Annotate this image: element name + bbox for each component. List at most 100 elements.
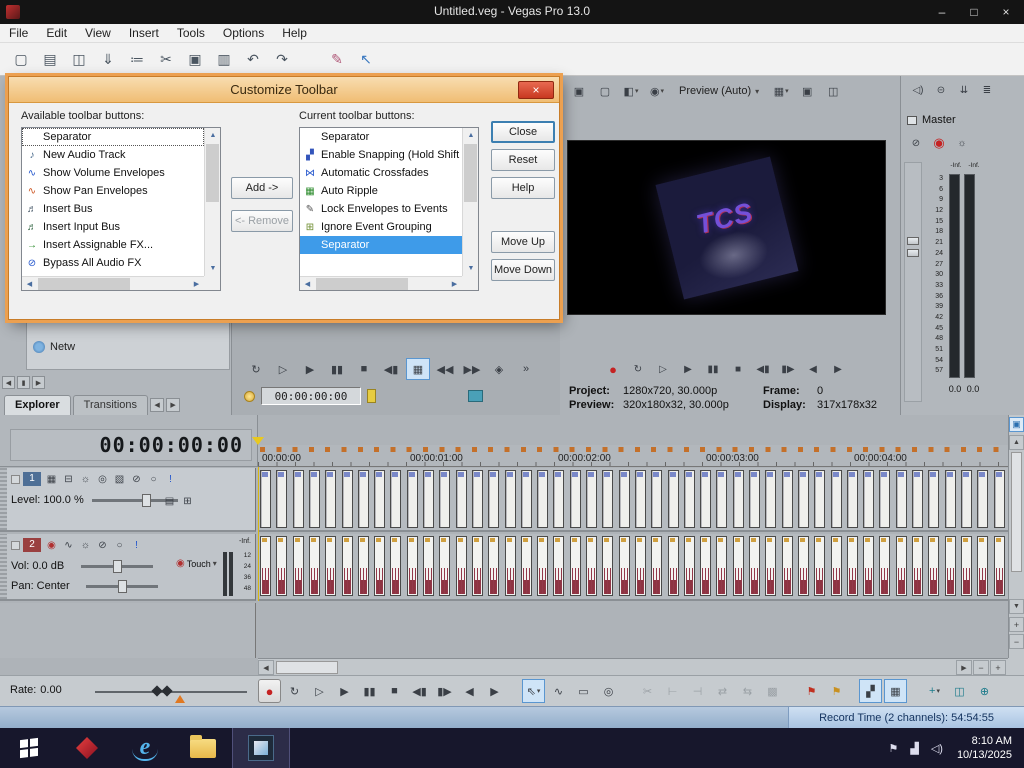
taskbar-browser[interactable]: e bbox=[116, 728, 174, 768]
zoom-out-button[interactable]: − bbox=[973, 660, 989, 675]
minimize-track-button[interactable] bbox=[11, 474, 20, 484]
split-screen-button[interactable]: ◧ ▾ bbox=[620, 81, 642, 101]
audio-event[interactable] bbox=[455, 536, 467, 596]
zoom-in-tracks-button[interactable]: + bbox=[1009, 617, 1024, 632]
whats-this-button[interactable]: ↖ bbox=[353, 47, 379, 71]
audio-event[interactable] bbox=[520, 536, 532, 596]
tab-scroll-left-button[interactable]: ◀ bbox=[150, 398, 165, 412]
copy-button[interactable]: ▣ bbox=[182, 47, 208, 71]
audio-event[interactable] bbox=[830, 536, 842, 596]
video-event[interactable] bbox=[895, 470, 907, 528]
master-fx-button[interactable]: ☼ bbox=[953, 134, 971, 152]
scrollbar-thumb[interactable] bbox=[206, 144, 219, 202]
tab-explorer[interactable]: Explorer bbox=[4, 395, 71, 415]
menu-item-insert[interactable]: Insert bbox=[120, 24, 168, 42]
play-button[interactable]: ▶ bbox=[333, 679, 356, 703]
video-event[interactable] bbox=[797, 470, 809, 528]
audio-event[interactable] bbox=[618, 536, 630, 596]
new-project-button[interactable]: ▢ bbox=[8, 47, 34, 71]
video-track-header[interactable]: 1 ▦ ⊟ ☼ ◎ ▧ ⊘ ○! Level: 100.0 % ▤ ⊞ bbox=[0, 468, 256, 532]
audio-event[interactable] bbox=[944, 536, 956, 596]
play-button[interactable]: ▶ bbox=[679, 360, 697, 378]
taskbar-file-explorer[interactable] bbox=[174, 728, 232, 768]
restore-button[interactable]: □ bbox=[958, 0, 990, 24]
volume-slider[interactable] bbox=[81, 559, 154, 573]
overlays-button[interactable]: ◉ ▾ bbox=[646, 81, 668, 101]
vertical-scrollbar[interactable]: ▲ ▼ bbox=[204, 128, 220, 276]
zoom-in-button[interactable]: + bbox=[990, 660, 1006, 675]
dock-handle-button[interactable]: ▮ bbox=[17, 376, 30, 389]
invert-track-phase-button[interactable]: ∿ bbox=[61, 538, 76, 552]
list-item[interactable]: ∿ Show Pan Envelopes bbox=[22, 182, 204, 200]
audio-track-header[interactable]: 2 ◉ ∿ ☼ ⊘ ○! Vol: 0.0 dB Pan: Center ◉ Touch… bbox=[0, 534, 256, 601]
scroll-down-button[interactable]: ▼ bbox=[205, 261, 221, 276]
arm-for-record-button[interactable]: ◉ bbox=[44, 538, 59, 552]
video-event[interactable] bbox=[863, 470, 875, 528]
video-event[interactable] bbox=[569, 470, 581, 528]
audio-event[interactable] bbox=[912, 536, 923, 596]
loop-region-button[interactable]: ▦ bbox=[406, 358, 430, 380]
move-up-button[interactable]: Move Up bbox=[491, 231, 555, 253]
video-event[interactable] bbox=[586, 470, 597, 528]
video-event[interactable] bbox=[781, 470, 793, 528]
list-item[interactable]: ⋈ Automatic Crossfades bbox=[300, 164, 462, 182]
video-event[interactable] bbox=[977, 470, 989, 528]
audio-event[interactable] bbox=[651, 536, 663, 596]
slider-knob[interactable] bbox=[117, 579, 127, 593]
scrollbar-thumb[interactable] bbox=[1011, 452, 1022, 572]
video-event[interactable] bbox=[960, 470, 972, 528]
video-event[interactable] bbox=[944, 470, 956, 528]
video-event[interactable] bbox=[406, 470, 418, 528]
prev-frame-button[interactable]: ◀ bbox=[804, 360, 822, 378]
slide-button[interactable]: ⇆ bbox=[736, 679, 759, 703]
audio-event[interactable] bbox=[504, 536, 516, 596]
audio-event[interactable] bbox=[683, 536, 695, 596]
video-event[interactable] bbox=[814, 470, 826, 528]
video-event[interactable] bbox=[928, 470, 940, 528]
mute-output-button[interactable]: ◁) bbox=[909, 81, 927, 99]
video-event[interactable] bbox=[879, 470, 891, 528]
make-compositing-child-button[interactable]: ⊟ bbox=[61, 472, 76, 486]
help-button[interactable]: Help bbox=[491, 177, 555, 199]
timeline-horizontal-scrollbar[interactable]: ◀ ▶ − + bbox=[258, 658, 1008, 675]
audio-event[interactable] bbox=[895, 536, 907, 596]
record-button[interactable]: ● bbox=[604, 360, 622, 378]
mute-button[interactable]: ⊘ bbox=[129, 472, 144, 486]
scroll-left-button[interactable]: ◀ bbox=[258, 660, 274, 675]
video-event[interactable] bbox=[732, 470, 744, 528]
list-item[interactable]: ∿ Show Volume Envelopes bbox=[22, 164, 204, 182]
go-to-start-button[interactable]: ◀▮ bbox=[379, 358, 403, 380]
step-back-button[interactable]: ◀◀ bbox=[433, 358, 457, 380]
video-event[interactable] bbox=[765, 470, 777, 528]
move-down-button[interactable]: Move Down bbox=[491, 259, 555, 281]
step-forward-button[interactable]: ▶▶ bbox=[460, 358, 484, 380]
menu-item-help[interactable]: Help bbox=[273, 24, 316, 42]
go-to-start-button[interactable]: ◀▮ bbox=[754, 360, 772, 378]
pan-slider[interactable] bbox=[85, 579, 158, 593]
current-buttons-list[interactable]: Separator ▞ Enable Snapping (Hold Shift t ⋈… bbox=[299, 127, 479, 291]
trim-end-button[interactable]: ⊣ bbox=[686, 679, 709, 703]
audio-event[interactable] bbox=[390, 536, 402, 596]
menu-item-file[interactable]: File bbox=[0, 24, 37, 42]
video-event[interactable] bbox=[716, 470, 728, 528]
cut-button[interactable]: ✂ bbox=[153, 47, 179, 71]
video-event[interactable] bbox=[455, 470, 467, 528]
audio-event[interactable] bbox=[879, 536, 891, 596]
envelope-edit-tool-button[interactable]: ∿ bbox=[547, 679, 570, 703]
audio-event[interactable] bbox=[537, 536, 549, 596]
reset-button[interactable]: Reset bbox=[491, 149, 555, 171]
track-view-button[interactable]: ▤ bbox=[162, 494, 177, 508]
zoom-edit-tool-button[interactable]: ◎ bbox=[597, 679, 620, 703]
list-item[interactable]: ✎ Lock Envelopes to Events bbox=[300, 200, 462, 218]
loop-playback-button[interactable]: ↻ bbox=[244, 358, 268, 380]
video-event[interactable] bbox=[846, 470, 858, 528]
selection-edit-tool-button[interactable]: ▭ bbox=[572, 679, 595, 703]
rate-handle[interactable] bbox=[161, 685, 173, 697]
go-to-start-button[interactable]: ◀▮ bbox=[408, 679, 431, 703]
video-event[interactable] bbox=[325, 470, 337, 528]
pause-button[interactable]: ▮▮ bbox=[358, 679, 381, 703]
video-event[interactable] bbox=[423, 470, 434, 528]
insert-marker-button[interactable]: ⚑ bbox=[800, 679, 823, 703]
video-event[interactable] bbox=[553, 470, 565, 528]
video-event[interactable] bbox=[520, 470, 532, 528]
